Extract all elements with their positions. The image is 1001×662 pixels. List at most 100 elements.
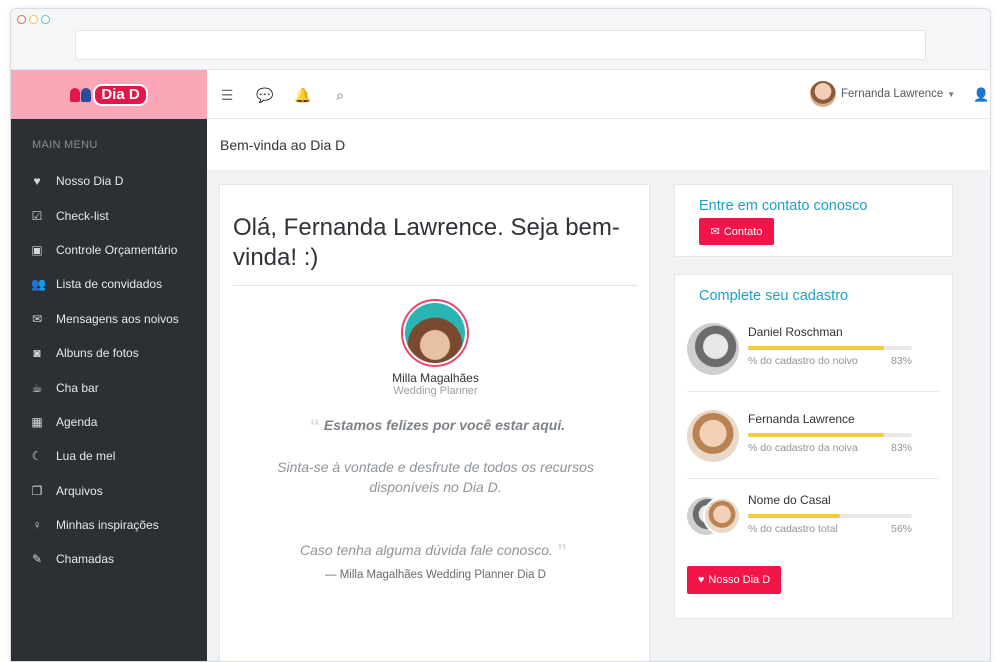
- sidebar-item-check-list[interactable]: ☑ Check-list: [11, 198, 207, 232]
- topbar: ☰ 💬 🔔 ⌕ Fernanda Lawrence ▼ 👤: [207, 70, 990, 119]
- cha-bar-icon: ☕: [31, 380, 43, 395]
- address-bar[interactable]: [75, 30, 926, 60]
- progress-fill: [748, 346, 885, 350]
- minimize-dot-icon[interactable]: [29, 15, 38, 24]
- sidebar-item-mensagens-aos-noivos[interactable]: ✉ Mensagens aos noivos: [11, 302, 207, 336]
- contact-button[interactable]: ✉ Contato: [699, 218, 774, 245]
- logo[interactable]: Dia D: [70, 83, 148, 106]
- caret-down-icon: ▼: [947, 89, 956, 99]
- divider: [687, 478, 939, 479]
- close-dot-icon[interactable]: [17, 15, 26, 24]
- divider: [687, 391, 939, 392]
- envelope-icon: ✉: [710, 226, 720, 238]
- sidebar-item-minhas-inspiracoes[interactable]: ♀ Minhas inspirações: [11, 508, 207, 542]
- sidebar: Dia D MAIN MENU ♥ Nosso Dia D ☑ Check-list ▣…: [11, 70, 207, 661]
- progress-label: % do cadastro total: [748, 523, 838, 535]
- camera-icon: ◙: [33, 346, 41, 361]
- sidebar-item-label: Mensagens aos noivos: [56, 311, 179, 326]
- progress-percent: 83%: [891, 355, 913, 367]
- page-title: Bem-vinda ao Dia D: [220, 137, 346, 153]
- signature: — Milla Magalhães Wedding Planner Dia D: [325, 569, 546, 581]
- person-name: Nome do Casal: [748, 493, 831, 507]
- profile-completion-card: Complete seu cadastro Daniel Roschman % …: [674, 274, 953, 619]
- person-couple: Nome do Casal % do cadastro total 56%: [687, 483, 942, 555]
- progress-label: % do cadastro da noiva: [748, 442, 858, 454]
- sidebar-item-agenda[interactable]: ▦ Agenda: [11, 405, 207, 439]
- menu-title: MAIN MENU: [32, 139, 98, 151]
- sidebar-item-label: Lista de convidados: [56, 277, 163, 292]
- search-icon[interactable]: ⌕: [332, 87, 348, 103]
- person-name: Fernanda Lawrence: [748, 412, 855, 426]
- profile-title: Complete seu cadastro: [699, 288, 849, 304]
- progress-bar: [748, 433, 912, 437]
- files-icon: ❐: [31, 483, 43, 498]
- sidebar-item-label: Chamadas: [56, 552, 115, 567]
- sidebar-item-label: Agenda: [56, 414, 98, 429]
- avatar: [687, 323, 739, 375]
- progress-percent: 83%: [891, 442, 913, 454]
- person-bride: Fernanda Lawrence % do cadastro da noiva…: [687, 402, 942, 474]
- contact-card: Entre em contato conosco ✉ Contato: [674, 184, 953, 257]
- planner-name: Milla Magalhães: [392, 371, 479, 385]
- divider: [233, 285, 638, 286]
- nosso-dia-d-label: Nosso Dia D: [708, 574, 771, 586]
- open-quote-icon: “: [309, 416, 320, 438]
- sidebar-item-label: Check-list: [56, 208, 109, 223]
- sidebar-item-controle-orcamentario[interactable]: ▣ Controle Orçamentário: [11, 233, 207, 267]
- welcome-card: Olá, Fernanda Lawrence. Seja bem-vinda! …: [219, 184, 650, 661]
- sidebar-item-arquivos[interactable]: ❐ Arquivos: [11, 474, 207, 508]
- sidebar-item-lua-de-mel[interactable]: ☾ Lua de mel: [11, 439, 207, 473]
- calendar-icon: ▦: [31, 414, 43, 429]
- logo-bar: Dia D: [11, 70, 207, 119]
- guests-icon: 👥: [31, 277, 46, 292]
- moon-icon: ☾: [31, 449, 43, 464]
- sidebar-item-lista-de-convidados[interactable]: 👥 Lista de convidados: [11, 267, 207, 301]
- bell-icon[interactable]: 🔔: [294, 87, 311, 103]
- progress-label: % do cadastro do noivo: [748, 355, 858, 367]
- menu-collapse-icon[interactable]: ☰: [219, 87, 235, 103]
- sidebar-item-label: Arquivos: [56, 483, 103, 498]
- breadcrumb: Bem-vinda ao Dia D: [207, 119, 990, 171]
- lightbulb-icon: ♀: [32, 518, 42, 533]
- progress-fill: [748, 433, 885, 437]
- app: Dia D MAIN MENU ♥ Nosso Dia D ☑ Check-list ▣…: [11, 70, 990, 661]
- sidebar-item-label: Cha bar: [56, 380, 99, 395]
- heart-icon: ♥: [33, 174, 41, 189]
- progress-bar: [748, 346, 912, 350]
- person-groom: Daniel Roschman % do cadastro do noivo 8…: [687, 315, 942, 387]
- checklist-icon: ☑: [31, 208, 43, 223]
- nosso-dia-d-button[interactable]: ♥ Nosso Dia D: [687, 566, 781, 594]
- heart-icon: ♥: [697, 574, 705, 586]
- avatar: [703, 497, 741, 535]
- main-content: Olá, Fernanda Lawrence. Seja bem-vinda! …: [207, 171, 990, 661]
- close-quote-icon: ”: [556, 541, 567, 563]
- maximize-dot-icon[interactable]: [41, 15, 50, 24]
- quote-main: “Estamos felizes por você estar aqui.: [309, 416, 566, 438]
- user-profile-icon[interactable]: 👤: [973, 87, 989, 103]
- sidebar-item-chamadas[interactable]: ✎ Chamadas: [11, 542, 207, 576]
- quote-body: Sinta-se à vontade e desfrute de todos o…: [277, 459, 594, 495]
- progress-fill: [748, 514, 840, 518]
- planner-role: Wedding Planner: [393, 385, 478, 397]
- money-icon: ▣: [31, 242, 43, 257]
- contact-title: Entre em contato conosco: [699, 198, 868, 214]
- sidebar-item-label: Lua de mel: [56, 449, 116, 464]
- sidebar-item-cha-bar[interactable]: ☕ Cha bar: [11, 370, 207, 404]
- sidebar-item-label: Albuns de fotos: [56, 346, 139, 361]
- window-controls: [17, 15, 50, 24]
- avatar: [810, 81, 836, 107]
- quote-help: Caso tenha alguma dúvida fale conosco.”: [300, 541, 567, 563]
- sidebar-item-nosso-dia-d[interactable]: ♥ Nosso Dia D: [11, 164, 207, 198]
- sidebar-item-label: Nosso Dia D: [56, 174, 124, 189]
- support-icon: ✎: [31, 552, 43, 567]
- browser-window: Dia D MAIN MENU ♥ Nosso Dia D ☑ Check-list ▣…: [10, 8, 991, 662]
- message-icon: ✉: [31, 311, 43, 326]
- sidebar-item-albuns-de-fotos[interactable]: ◙ Albuns de fotos: [11, 336, 207, 370]
- planner-avatar: [401, 299, 469, 367]
- welcome-heading: Olá, Fernanda Lawrence. Seja bem-vinda! …: [233, 214, 620, 271]
- sidebar-menu: ♥ Nosso Dia D ☑ Check-list ▣ Controle Orçamen…: [11, 164, 207, 577]
- sidebar-item-label: Controle Orçamentário: [56, 242, 178, 257]
- user-menu[interactable]: Fernanda Lawrence ▼: [810, 81, 955, 107]
- person-name: Daniel Roschman: [748, 325, 843, 339]
- chat-icon[interactable]: 💬: [256, 87, 273, 103]
